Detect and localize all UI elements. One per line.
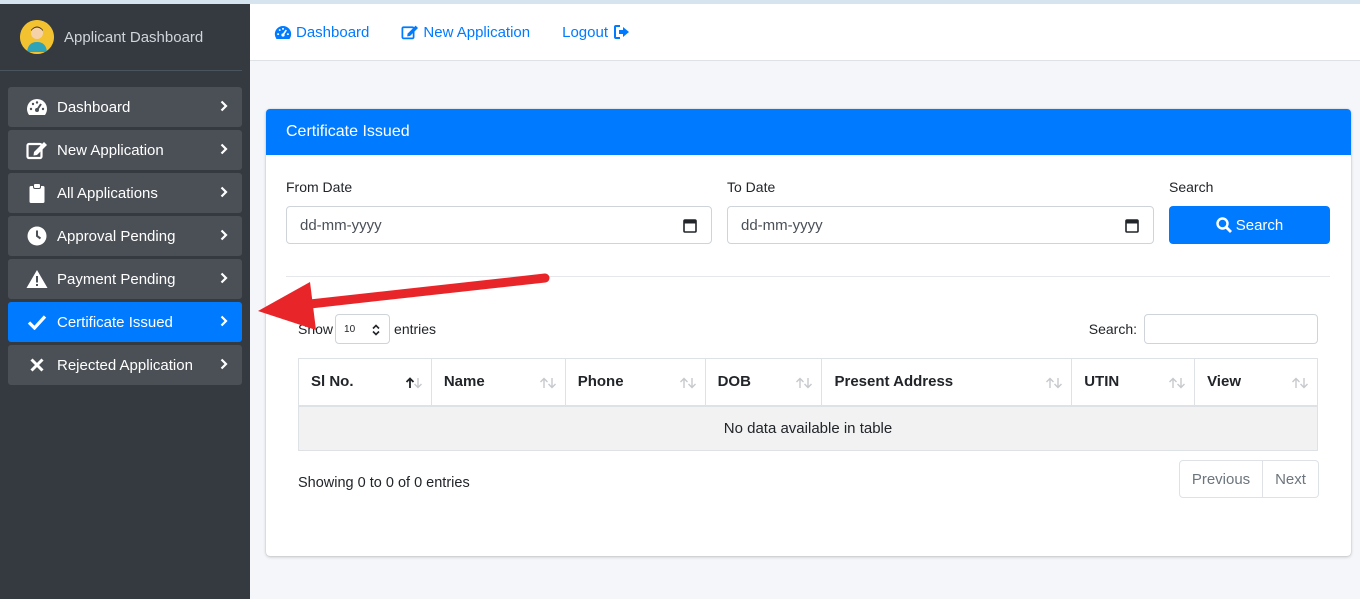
sidebar-nav: Dashboard New Application All Applicatio… [0, 71, 250, 385]
sidebar-item-approval-pending[interactable]: Approval Pending [8, 216, 242, 256]
search-button-label: Search [1235, 216, 1284, 234]
sidebar-item-all-applications[interactable]: All Applications [8, 173, 242, 213]
search-field-label: Search [1169, 179, 1214, 195]
sign-out-icon [614, 25, 630, 39]
sort-icon [1291, 376, 1309, 393]
column-header-phone[interactable]: Phone [564, 358, 706, 407]
top-navbar: Dashboard New Application Logout [250, 4, 1360, 61]
gauge-icon [274, 25, 292, 39]
topnav-new-application-label: New Application [423, 23, 531, 41]
sidebar-item-label: Rejected Application [57, 356, 193, 374]
column-header-present-address[interactable]: Present Address [821, 358, 1073, 407]
brand[interactable]: Applicant Dashboard [0, 4, 242, 71]
chevron-right-icon [220, 185, 228, 203]
from-date-label: From Date [286, 179, 353, 195]
sidebar-item-label: Approval Pending [57, 227, 176, 245]
sidebar-item-label: Certificate Issued [57, 313, 173, 331]
chevron-right-icon [220, 228, 228, 246]
sidebar-item-label: All Applications [57, 184, 158, 202]
chevron-right-icon [220, 357, 228, 375]
search-button[interactable]: Search [1169, 206, 1330, 244]
column-header-sl-no[interactable]: Sl No. [298, 358, 432, 407]
sort-icon [795, 376, 813, 393]
column-header-dob[interactable]: DOB [704, 358, 823, 407]
column-header-utin[interactable]: UTIN [1071, 358, 1196, 407]
table-header-row: Sl No. Name Phone DOB Present Address UT… [298, 358, 1318, 407]
certificate-issued-card: Certificate Issued From Date dd-mm-yyyy … [266, 109, 1351, 556]
sidebar-item-dashboard[interactable]: Dashboard [8, 87, 242, 127]
edit-icon [26, 139, 48, 161]
empty-table-message: No data available in table [298, 405, 1318, 451]
card-header: Certificate Issued [266, 109, 1351, 155]
topnav-logout-label: Logout [562, 23, 609, 41]
next-page-button[interactable]: Next [1263, 460, 1319, 498]
sort-asc-icon [405, 376, 423, 393]
from-date-placeholder: dd-mm-yyyy [300, 216, 382, 234]
pagination: Previous Next [1179, 460, 1319, 498]
gauge-icon [26, 96, 48, 118]
chevron-right-icon [220, 314, 228, 332]
entries-length-control: Show 10 entries [298, 314, 436, 344]
sort-icon [1168, 376, 1186, 393]
sort-icon [539, 376, 557, 393]
times-icon [26, 354, 48, 376]
column-header-name[interactable]: Name [430, 358, 566, 407]
sort-icon [679, 376, 697, 393]
to-date-label: To Date [727, 179, 776, 195]
topnav-dashboard-label: Dashboard [296, 23, 370, 41]
chevron-right-icon [220, 142, 228, 160]
table-search-input[interactable] [1144, 314, 1318, 344]
chevron-right-icon [220, 271, 228, 289]
previous-page-button[interactable]: Previous [1179, 460, 1263, 498]
topnav-dashboard-link[interactable]: Dashboard [274, 24, 369, 41]
edit-icon [401, 25, 419, 40]
table-search: Search: [1089, 314, 1318, 344]
card-title: Certificate Issued [286, 123, 410, 140]
sidebar-item-rejected-application[interactable]: Rejected Application [8, 345, 242, 385]
sidebar-item-label: Payment Pending [57, 270, 176, 288]
divider [286, 276, 1330, 277]
check-icon [26, 311, 48, 333]
user-avatar-icon [20, 20, 54, 54]
certificates-table: Sl No. Name Phone DOB Present Address UT… [298, 358, 1318, 451]
sidebar-item-new-application[interactable]: New Application [8, 130, 242, 170]
sort-icon [1045, 376, 1063, 393]
topnav-logout-link[interactable]: Logout [562, 24, 630, 41]
search-icon [1216, 217, 1232, 233]
sidebar-item-label: Dashboard [57, 98, 131, 116]
brand-title: Applicant Dashboard [64, 28, 204, 46]
topnav-new-application-link[interactable]: New Application [401, 24, 530, 41]
chevron-right-icon [220, 99, 228, 117]
from-date-input[interactable]: dd-mm-yyyy [286, 206, 712, 244]
table-info: Showing 0 to 0 of 0 entries [298, 475, 470, 491]
to-date-placeholder: dd-mm-yyyy [741, 216, 823, 234]
clock-icon [26, 225, 48, 247]
calendar-icon[interactable] [683, 218, 697, 237]
sidebar: Applicant Dashboard Dashboard New Applic… [0, 4, 250, 599]
to-date-input[interactable]: dd-mm-yyyy [727, 206, 1154, 244]
show-label: Show [298, 321, 334, 337]
entries-length-value: 10 [344, 323, 356, 335]
sidebar-item-certificate-issued[interactable]: Certificate Issued [8, 302, 242, 342]
clipboard-icon [26, 182, 48, 204]
sidebar-item-label: New Application [57, 141, 164, 159]
entries-label: entries [394, 321, 437, 337]
warning-icon [26, 268, 48, 290]
table-empty-row: No data available in table [298, 405, 1318, 451]
sidebar-item-payment-pending[interactable]: Payment Pending [8, 259, 242, 299]
calendar-icon[interactable] [1125, 218, 1139, 237]
column-header-view[interactable]: View [1194, 358, 1318, 407]
entries-length-select[interactable]: 10 [335, 314, 391, 344]
select-arrows-icon [372, 324, 380, 339]
table-search-label: Search: [1088, 321, 1137, 337]
